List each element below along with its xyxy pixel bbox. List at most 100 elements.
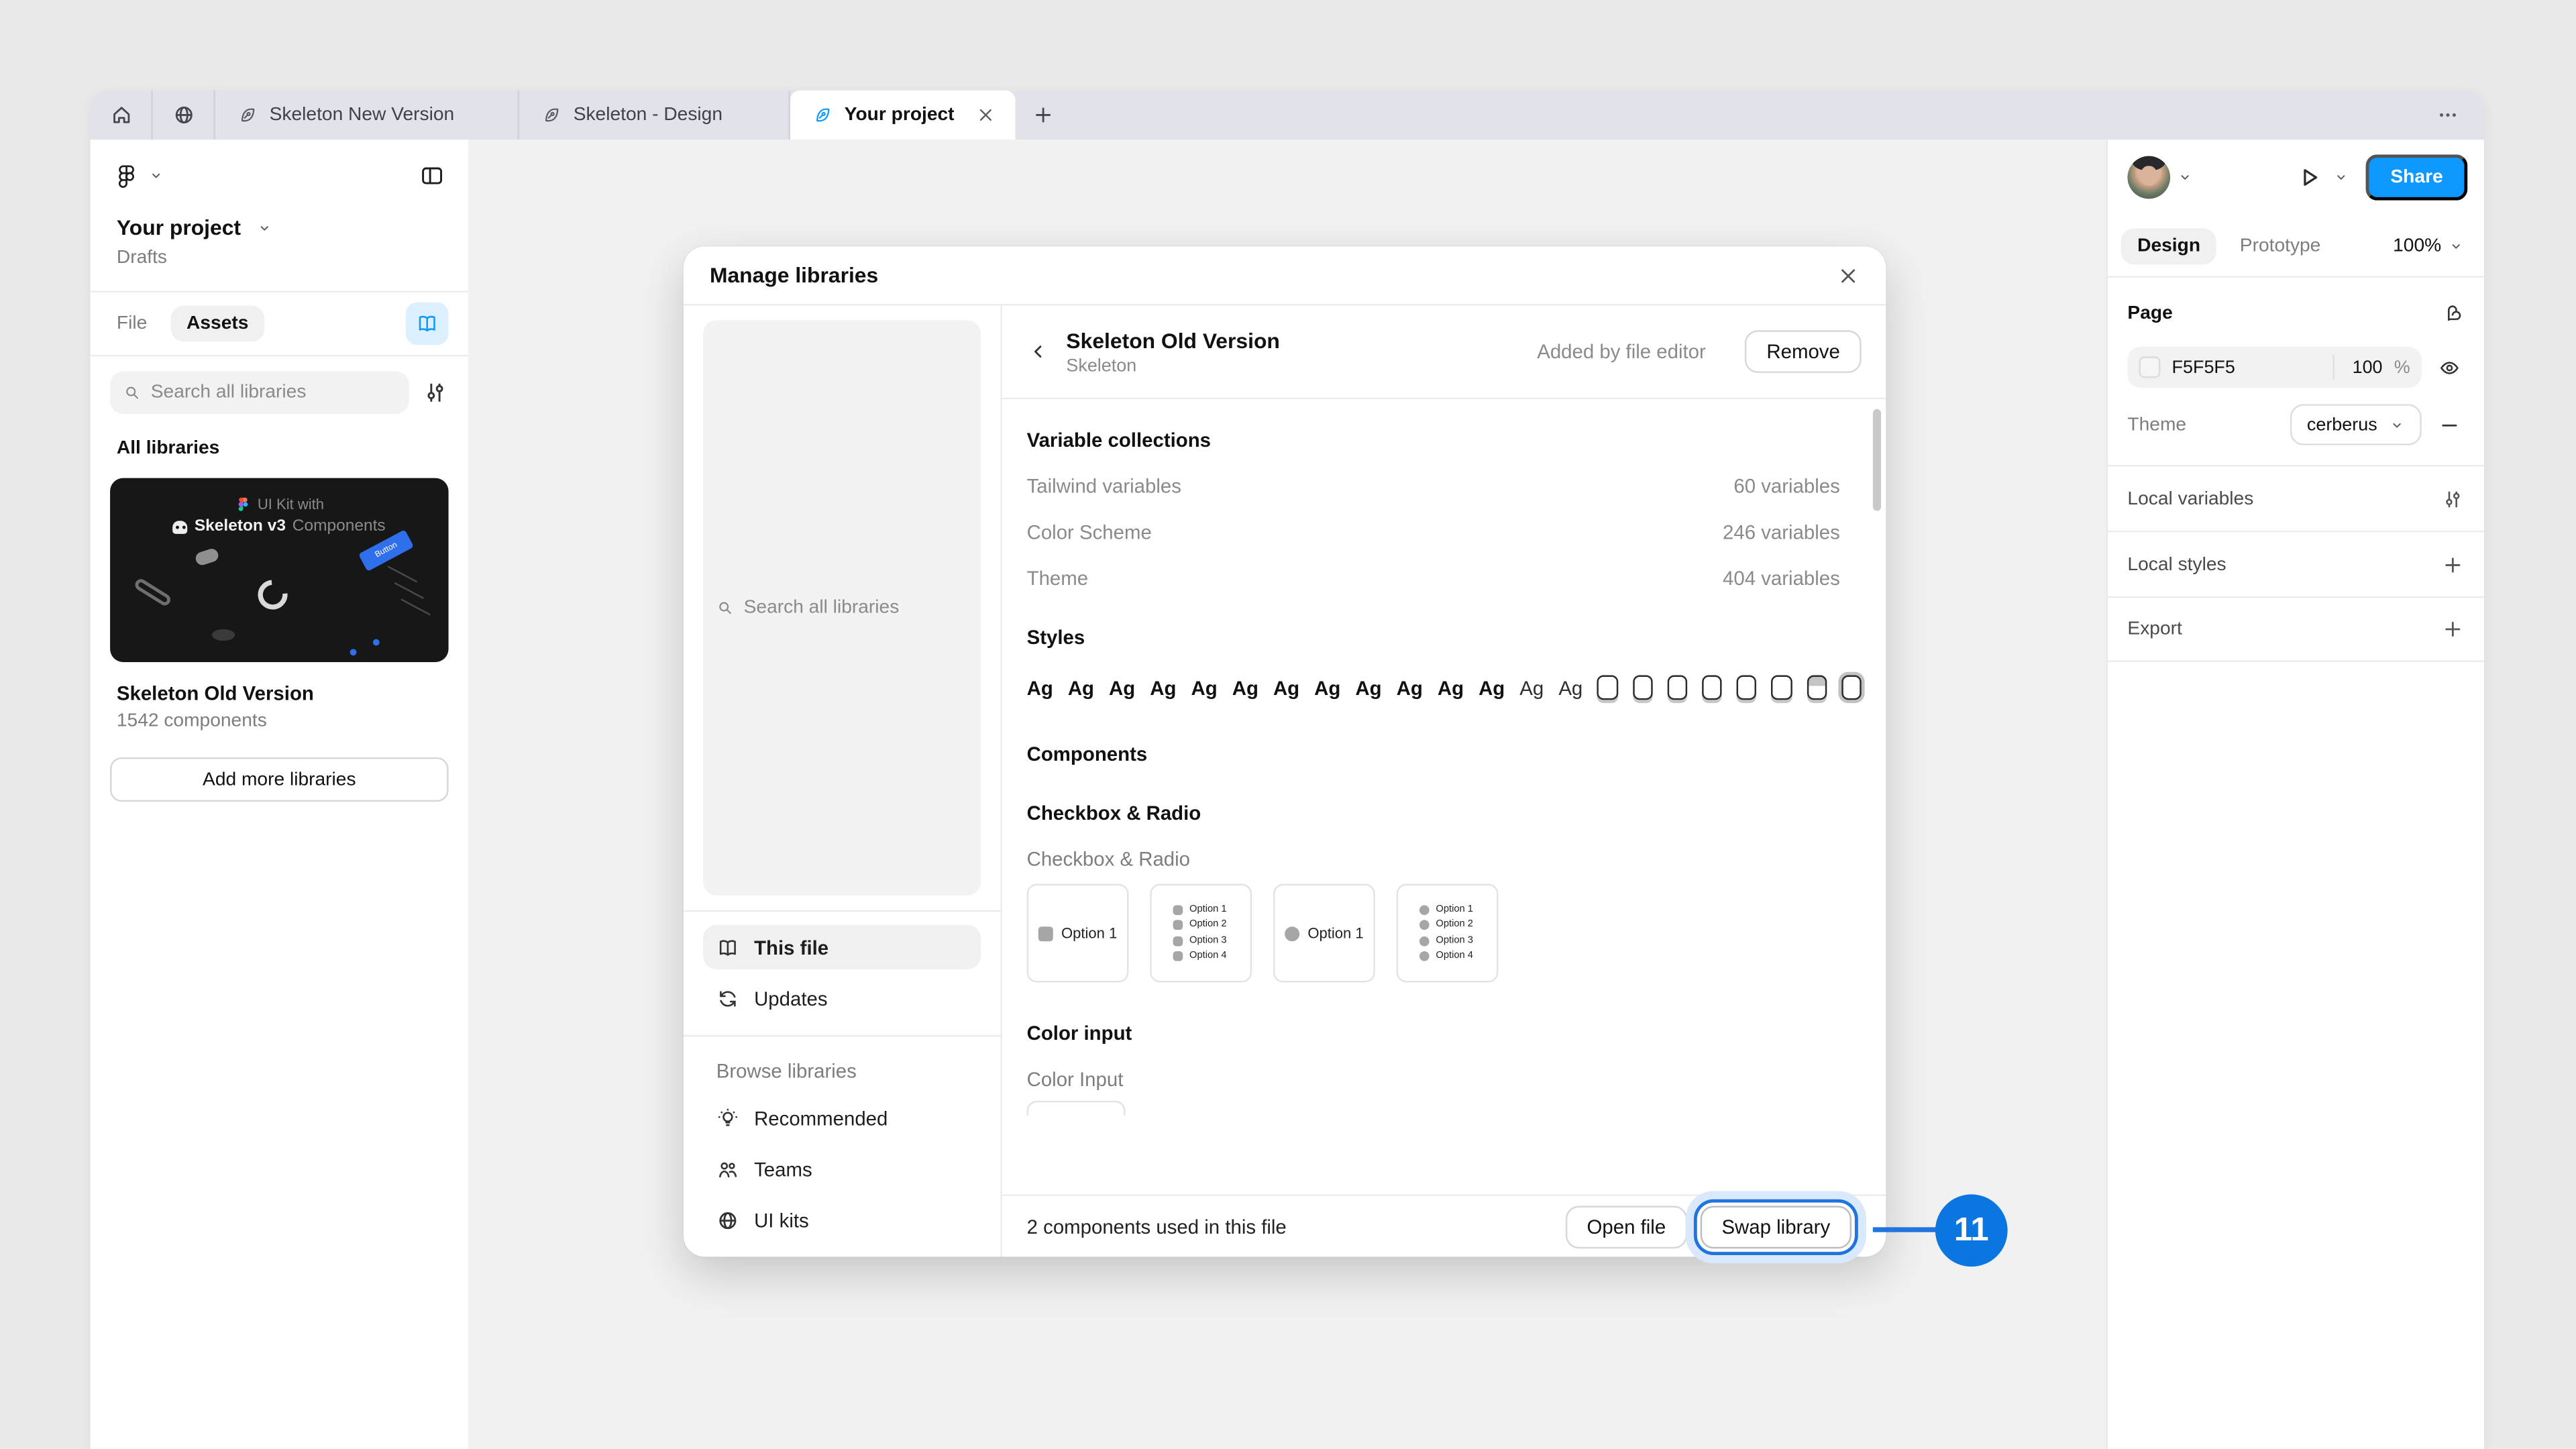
radio-glyph [1285,926,1299,941]
opacity-value[interactable]: 100 [2347,358,2383,377]
home-button[interactable] [91,91,153,140]
add-more-libraries-button[interactable]: Add more libraries [110,757,448,802]
component-card-checkbox-group[interactable]: Option 1 Option 2 Option 3 Option 4 [1150,884,1252,983]
color-swatch[interactable] [2139,356,2161,378]
tab-label: Your project [845,105,955,125]
nav-item-ui-kits[interactable]: UI kits [703,1197,981,1242]
section-label: Local styles [2127,555,2226,574]
option-label: Option 1 [1307,925,1363,941]
text-styles-row: Ag Ag Ag Ag Ag Ag Ag Ag Ag Ag [1027,676,1862,700]
chevron-down-icon[interactable] [2333,169,2349,185]
filter-icon[interactable] [422,380,448,406]
styles-icon[interactable] [2441,303,2464,325]
search-input[interactable] [744,598,968,617]
added-by-label: Added by file editor [1537,340,1706,363]
collection-name: Color Scheme [1027,521,1152,543]
nav-label: Updates [754,987,827,1010]
book-icon [416,312,439,335]
component-previews: Option 1 Option 1 Option 2 Option 3 Opti… [1027,884,1862,983]
nav-item-recommended[interactable]: Recommended [703,1095,981,1140]
text-style-preview: Ag [1232,676,1258,699]
modal-close-button[interactable] [1837,264,1860,286]
project-switcher[interactable]: Your project [117,215,442,240]
plus-icon[interactable] [2441,553,2464,576]
open-libraries-button[interactable] [406,303,449,345]
swap-library-button[interactable]: Swap library [1701,1205,1851,1248]
zoom-control[interactable]: 100% [2393,235,2464,255]
remove-button[interactable]: Remove [1746,330,1862,373]
canvas[interactable]: Manage libraries [468,140,2106,1449]
collection-count: 404 variables [1723,567,1840,590]
close-icon [1837,264,1860,286]
chevron-down-icon [2389,417,2405,433]
library-thumbnail[interactable]: UI Kit with Skeleton v3 Components Butto… [110,478,448,662]
figma-menu-button[interactable] [113,162,164,189]
tab-skeleton-design[interactable]: Skeleton - Design [519,91,790,140]
component-card-radio-group[interactable]: Option 1 Option 2 Option 3 Option 4 [1397,884,1499,983]
tab-prototype[interactable]: Prototype [2240,235,2321,255]
tab-your-project[interactable]: Your project [790,91,1016,140]
page-color-field[interactable]: F5F5F5 100 % [2127,347,2421,388]
text-style-preview: Ag [1273,676,1299,699]
tab-skeleton-new-version[interactable]: Skeleton New Version [215,91,519,140]
assets-search-field[interactable] [110,371,409,414]
tab-file[interactable]: File [117,314,147,333]
text-style-preview: Ag [1397,676,1423,699]
zoom-level: 100% [2393,235,2441,255]
section-label: Export [2127,619,2182,639]
tab-label: Skeleton New Version [270,105,455,125]
window-menu-button[interactable] [2412,91,2484,140]
nav-item-updates[interactable]: Updates [703,976,981,1020]
local-styles-row[interactable]: Local styles [2108,531,2484,596]
divider [684,910,1001,912]
local-variables-row[interactable]: Local variables [2108,465,2484,531]
open-file-button[interactable]: Open file [1566,1205,1687,1248]
project-title: Your project [117,215,241,240]
percent-sign: % [2394,358,2410,377]
search-input[interactable] [151,383,396,402]
scrollbar-thumb[interactable] [1873,409,1881,511]
theme-dropdown[interactable]: cerberus [2290,404,2421,445]
tab-assets[interactable]: Assets [170,306,265,342]
library-detail-scroll[interactable]: Variable collections Tailwind variables … [1002,399,1886,1194]
plus-icon[interactable] [2441,618,2464,641]
present-play-button[interactable] [2297,164,2323,191]
option-label: Option 3 [1189,936,1227,946]
component-card-partial [1027,1101,1126,1116]
libraries-search-field[interactable] [703,321,981,896]
thumb-line [394,582,424,599]
home-icon [109,103,132,126]
nav-item-teams[interactable]: Teams [703,1146,981,1191]
toggle-sidebar-button[interactable] [419,162,445,189]
close-tab-button[interactable] [975,105,995,125]
project-location: Drafts [117,248,442,268]
component-card-radio[interactable]: Option 1 [1273,884,1375,983]
collection-name: Theme [1027,567,1088,590]
tab-design[interactable]: Design [2121,227,2217,264]
account-menu-button[interactable] [2127,156,2193,199]
nav-item-this-file[interactable]: This file [703,925,981,969]
library-title: Skeleton Old Version [117,682,442,704]
export-row[interactable]: Export [2108,596,2484,662]
sliders-icon[interactable] [2441,487,2464,510]
color-hex-value[interactable]: F5F5F5 [2172,358,2322,377]
components-used-summary: 2 components used in this file [1027,1215,1553,1238]
close-icon [975,105,995,125]
new-tab-button[interactable] [1015,91,1071,140]
community-button[interactable] [153,91,215,140]
share-button[interactable]: Share [2366,154,2468,201]
component-card-checkbox[interactable]: Option 1 [1027,884,1129,983]
style-swatch [1841,676,1862,700]
visibility-toggle[interactable] [2434,356,2464,378]
style-swatch [1632,676,1652,700]
back-button[interactable] [1027,340,1050,363]
chevron-down-icon [256,219,272,235]
minus-icon [2438,413,2461,436]
option-label: Option 4 [1436,952,1473,962]
collection-count: 246 variables [1723,521,1840,543]
section-label: Local variables [2127,489,2253,508]
theme-value: cerberus [2307,415,2377,434]
remove-theme-button[interactable] [2434,413,2464,436]
book-icon [716,936,739,959]
annotation-badge: 11 [1935,1194,2008,1267]
